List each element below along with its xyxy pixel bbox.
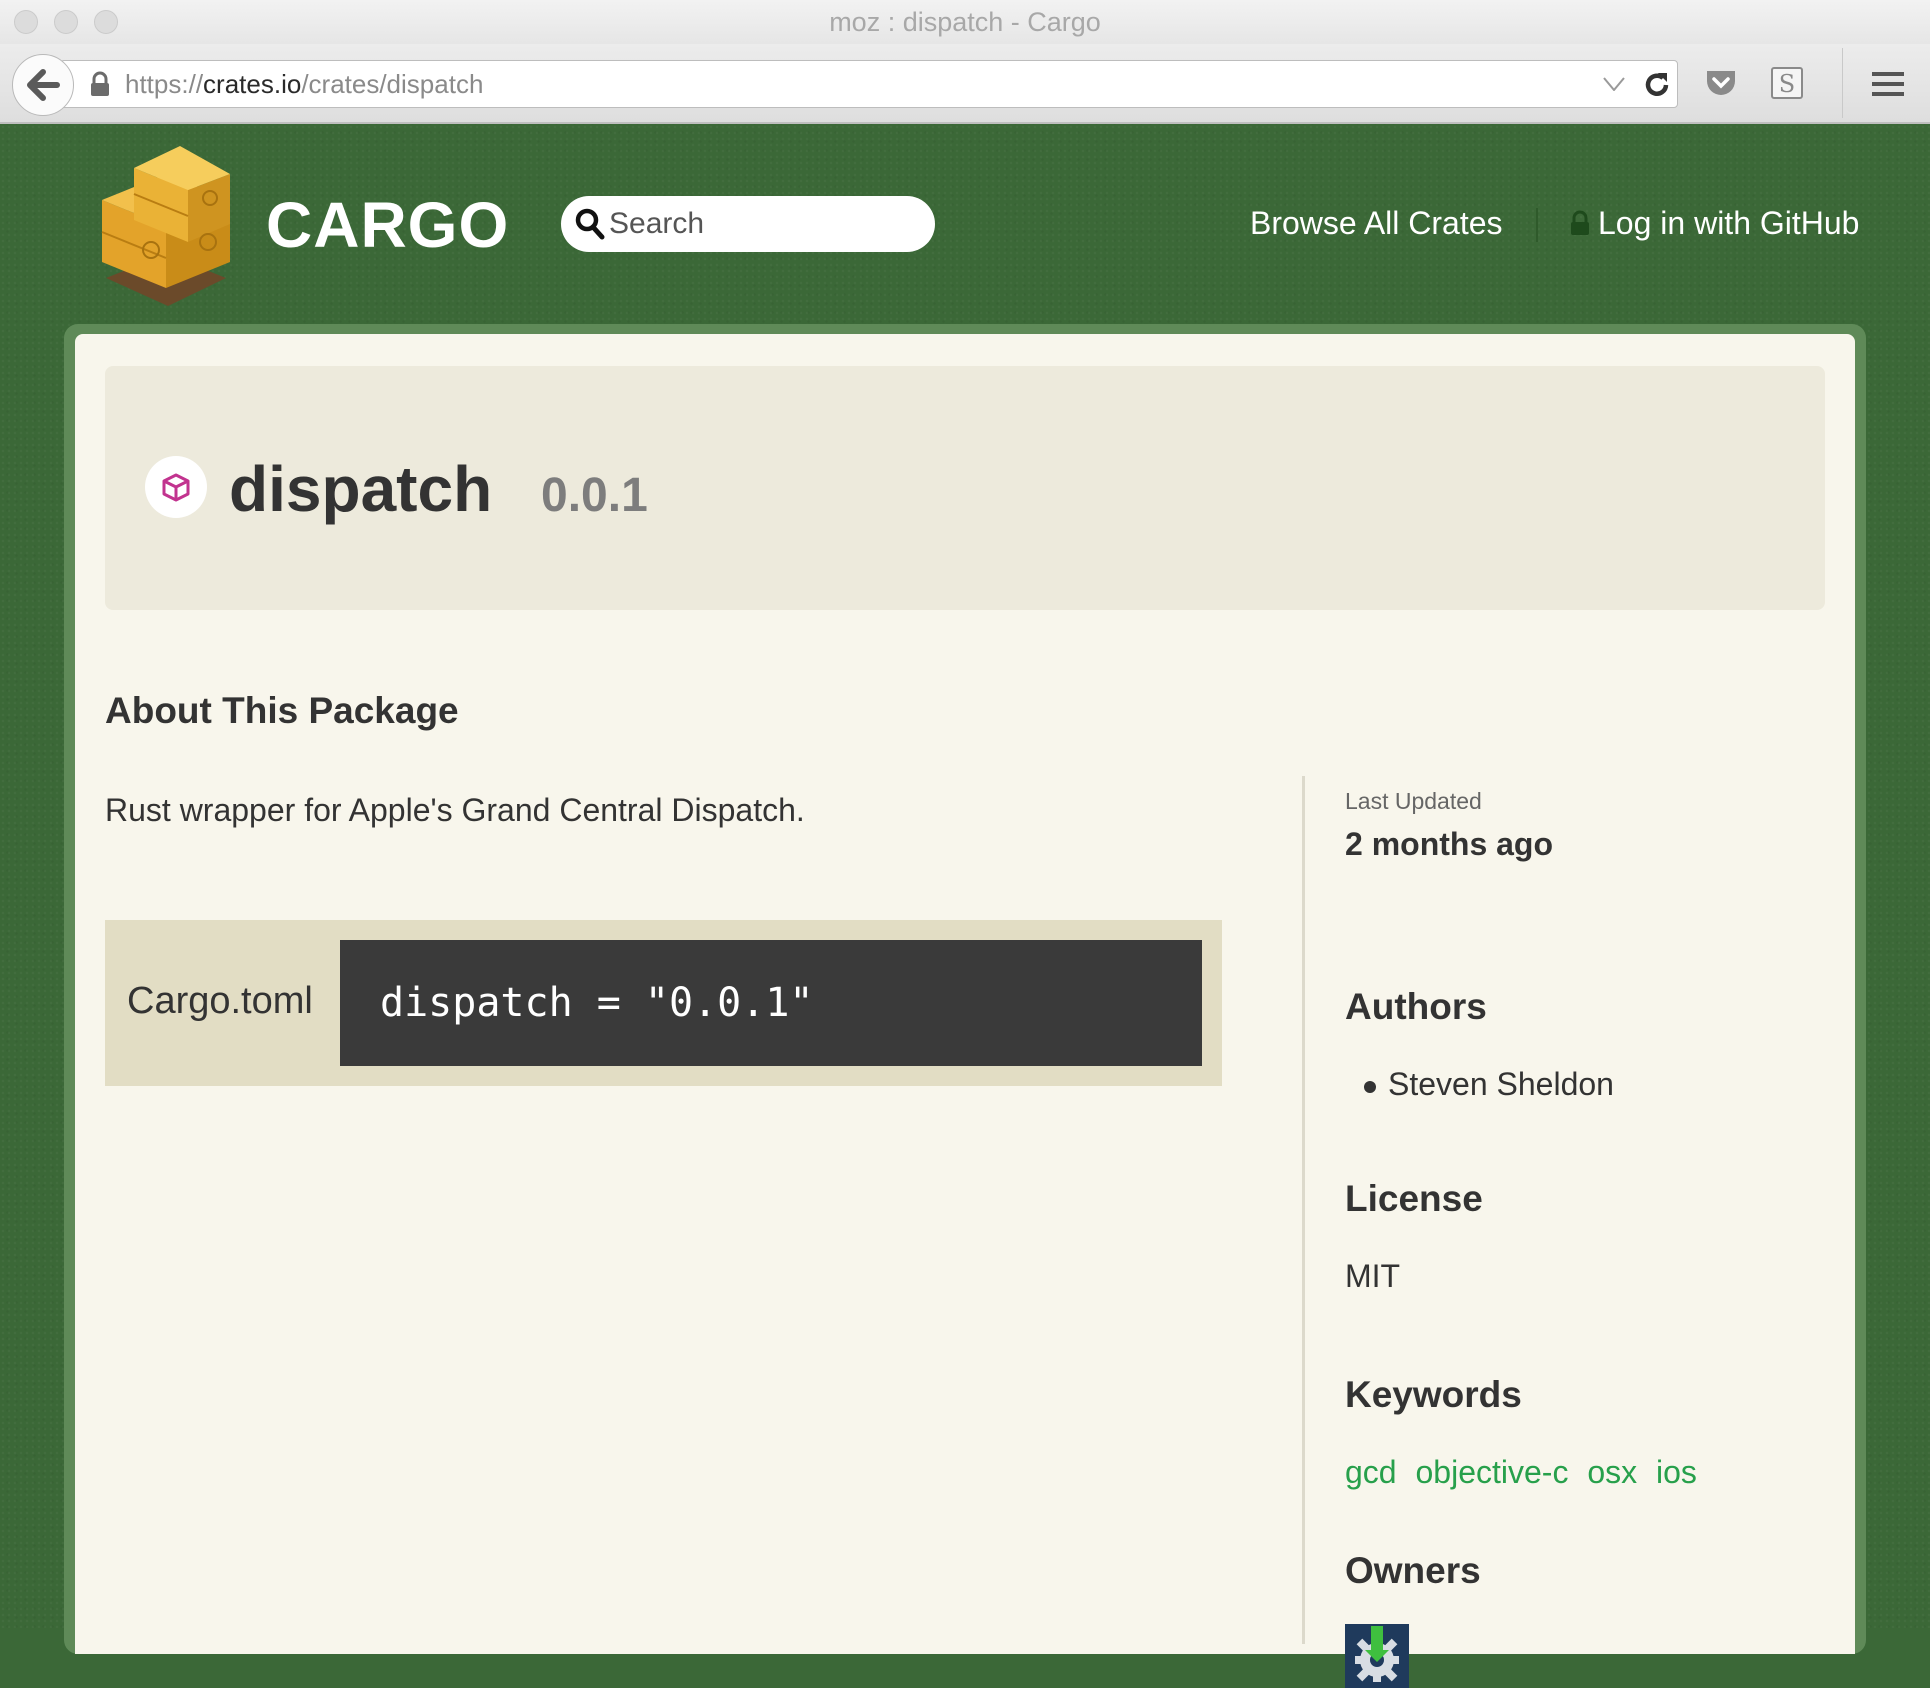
crate-card: dispatch 0.0.1 About This Package Rust w… bbox=[75, 334, 1855, 1688]
authors-heading: Authors bbox=[1345, 986, 1487, 1027]
back-button[interactable] bbox=[12, 54, 74, 116]
install-label: Cargo.toml bbox=[127, 980, 313, 1022]
extension-s-icon[interactable]: S bbox=[1770, 66, 1804, 100]
about-heading: About This Package bbox=[105, 690, 459, 731]
toolbar-separator bbox=[1842, 48, 1843, 118]
nav-separator bbox=[1536, 208, 1538, 242]
cargo-crates-logo-icon[interactable] bbox=[96, 138, 236, 308]
reload-icon[interactable] bbox=[1639, 67, 1675, 103]
search-icon bbox=[575, 208, 605, 240]
url-scheme: https:// bbox=[125, 69, 204, 99]
keywords-list: gcd objective-c osx ios bbox=[1345, 1454, 1707, 1491]
url-text[interactable]: https://crates.io/crates/dispatch bbox=[125, 69, 483, 100]
sidebar-divider bbox=[1302, 776, 1305, 1644]
browse-all-crates-link[interactable]: Browse All Crates bbox=[1250, 205, 1503, 242]
search-input[interactable] bbox=[609, 196, 919, 252]
window-titlebar: moz : dispatch - Cargo bbox=[0, 0, 1930, 45]
brand-title[interactable]: CARGO bbox=[266, 188, 509, 262]
crate-version: 0.0.1 bbox=[541, 469, 648, 522]
last-updated-value: 2 months ago bbox=[1345, 826, 1554, 862]
install-code-block[interactable]: dispatch = "0.0.1" bbox=[340, 940, 1202, 1066]
owners-heading: Owners bbox=[1345, 1550, 1481, 1591]
history-dropdown-icon[interactable] bbox=[1603, 77, 1625, 91]
back-arrow-icon bbox=[27, 69, 60, 101]
page: CARGO Browse All Crates Log in with GitH… bbox=[0, 124, 1930, 1688]
license-value: MIT bbox=[1345, 1258, 1401, 1294]
install-box: Cargo.toml dispatch = "0.0.1" bbox=[105, 920, 1222, 1086]
crate-box-icon bbox=[162, 473, 190, 502]
keyword-link-osx[interactable]: osx bbox=[1587, 1454, 1637, 1490]
keyword-link-objective-c[interactable]: objective-c bbox=[1415, 1454, 1568, 1490]
crate-header: dispatch 0.0.1 bbox=[105, 366, 1825, 610]
pocket-icon[interactable] bbox=[1704, 68, 1738, 98]
keyword-link-gcd[interactable]: gcd bbox=[1345, 1454, 1397, 1490]
lock-icon bbox=[91, 71, 109, 96]
hamburger-menu-icon[interactable] bbox=[1872, 70, 1904, 98]
license-heading: License bbox=[1345, 1178, 1483, 1219]
browser-toolbar: https://crates.io/crates/dispatch S bbox=[0, 44, 1930, 124]
search-box[interactable] bbox=[561, 196, 935, 252]
url-host: crates.io bbox=[203, 69, 302, 99]
window-title: moz : dispatch - Cargo bbox=[829, 7, 1101, 37]
install-snippet[interactable]: dispatch = "0.0.1" bbox=[380, 980, 813, 1026]
crate-badge bbox=[145, 456, 207, 518]
keywords-heading: Keywords bbox=[1345, 1374, 1522, 1415]
login-with-github-link[interactable]: Log in with GitHub bbox=[1598, 205, 1859, 242]
keyword-link-ios[interactable]: ios bbox=[1656, 1454, 1697, 1490]
owner-avatar[interactable] bbox=[1345, 1624, 1409, 1688]
login-lock-icon bbox=[1571, 210, 1589, 235]
author-item: Steven Sheldon bbox=[1364, 1066, 1614, 1102]
url-path: /crates/dispatch bbox=[301, 69, 484, 99]
crate-description: Rust wrapper for Apple's Grand Central D… bbox=[105, 792, 805, 828]
url-bar[interactable]: https://crates.io/crates/dispatch bbox=[60, 60, 1678, 108]
crate-name: dispatch bbox=[229, 453, 493, 525]
last-updated-label: Last Updated bbox=[1345, 788, 1482, 814]
svg-text:S: S bbox=[1779, 70, 1795, 98]
